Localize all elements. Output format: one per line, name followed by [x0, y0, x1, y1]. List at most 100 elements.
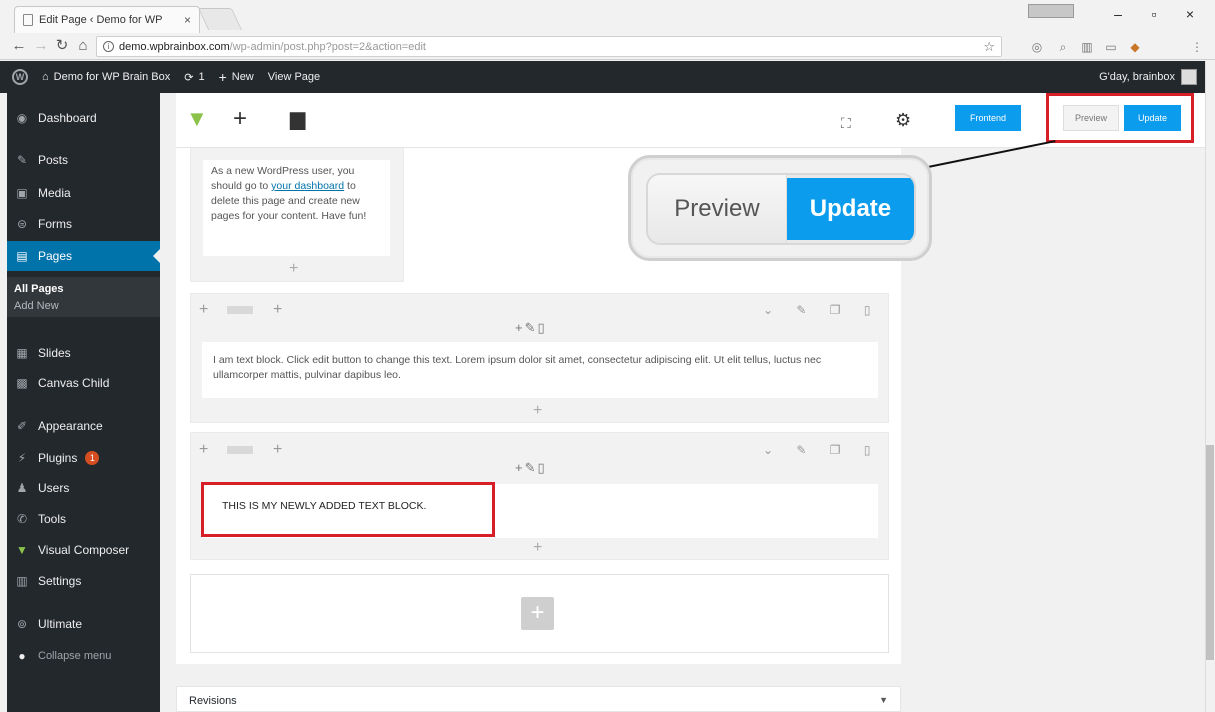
row-add-column-icon[interactable]: + — [273, 302, 282, 318]
forward-icon[interactable]: → — [32, 37, 50, 55]
submenu-add-new[interactable]: Add New — [14, 300, 59, 312]
forms-icon: ⊜ — [16, 217, 28, 231]
fullscreen-icon[interactable]: ⛶ — [841, 113, 851, 133]
refresh-icon: ⟳ — [184, 71, 194, 84]
brush-icon: ✐ — [16, 419, 28, 433]
sidebar-item-visual-composer[interactable]: ▼ Visual Composer — [7, 535, 160, 565]
add-element-plus-icon[interactable]: + — [289, 261, 298, 277]
sidebar-item-tools[interactable]: ✆ Tools — [7, 504, 160, 534]
sidebar-item-label: Ultimate — [38, 617, 83, 631]
pages-icon: ▤ — [16, 249, 28, 263]
sidebar-item-label: Slides — [38, 346, 71, 360]
sidebar-item-forms[interactable]: ⊜ Forms — [7, 209, 160, 239]
tab-close-icon[interactable]: × — [184, 13, 191, 27]
templates-icon[interactable]: ▆ — [290, 109, 305, 129]
sidebar-item-pages[interactable]: ▤ Pages — [7, 241, 160, 271]
sidebar-item-appearance[interactable]: ✐ Appearance — [7, 411, 160, 441]
column-controls[interactable]: +✎▯ — [515, 460, 547, 476]
sidebar-item-plugins[interactable]: ⚡ Plugins 1 — [7, 443, 160, 473]
new-content-link[interactable]: + New — [212, 61, 261, 93]
zoom-callout: Preview Update — [628, 155, 932, 261]
collapse-icon: ● — [18, 649, 26, 663]
pin-icon: ✎ — [16, 153, 28, 167]
admin-sidebar: ◉ Dashboard ✎ Posts ▣ Media ⊜ Forms ▤ Pages A… — [7, 93, 160, 712]
sidebar-item-media[interactable]: ▣ Media — [7, 178, 160, 208]
info-icon[interactable]: i — [103, 41, 114, 52]
row-add-icon[interactable]: + — [199, 302, 208, 318]
caret-down-icon[interactable]: ▼ — [879, 695, 888, 705]
home-icon[interactable]: ⌂ — [74, 37, 92, 55]
gear-icon[interactable]: ⚙ — [895, 110, 911, 130]
revisions-label: Revisions — [189, 695, 237, 707]
dashboard-link[interactable]: your dashboard — [271, 180, 344, 192]
second-text-block[interactable]: I am text block. Click edit button to ch… — [202, 342, 878, 398]
window-maximize-button[interactable]: ▫ — [1142, 6, 1166, 22]
updates-count: 1 — [198, 71, 205, 83]
scrollbar-thumb[interactable] — [1206, 445, 1214, 660]
sidebar-item-dashboard[interactable]: ◉ Dashboard — [7, 103, 160, 133]
ultimate-icon: ⊚ — [16, 617, 28, 631]
sidebar-item-label: Tools — [38, 512, 67, 526]
wordpress-logo-icon: W — [12, 69, 28, 85]
new-text-highlight-box — [201, 482, 495, 537]
extension-icon[interactable]: ▥ — [1080, 40, 1094, 54]
row-drag-handle[interactable] — [227, 306, 253, 314]
row-add-column-icon[interactable]: + — [273, 442, 282, 458]
home-icon: ⌂ — [42, 71, 49, 83]
camera-extension-icon[interactable]: ◎ — [1030, 40, 1044, 54]
account-menu[interactable]: G'day, brainbox — [1099, 69, 1205, 85]
canvas-icon: ▩ — [16, 376, 28, 390]
profile-extension-icon[interactable]: ◆ — [1128, 40, 1142, 54]
page-icon — [23, 14, 33, 26]
back-icon[interactable]: ← — [10, 37, 28, 55]
updates-link[interactable]: ⟳ 1 — [177, 61, 211, 93]
row-add-icon[interactable]: + — [199, 442, 208, 458]
add-element-plus-icon[interactable]: + — [533, 403, 542, 419]
browser-menu-icon[interactable]: ⋮ — [1190, 40, 1204, 54]
submenu-all-pages[interactable]: All Pages — [14, 283, 64, 295]
sidebar-item-label: Appearance — [38, 419, 103, 433]
url-host: demo.wpbrainbox.com — [119, 40, 230, 53]
search-extension-icon[interactable]: ⌕ — [1056, 40, 1070, 54]
wp-logo-menu[interactable]: W — [0, 61, 35, 93]
sidebar-item-users[interactable]: ♟ Users — [7, 473, 160, 503]
plugins-update-badge: 1 — [85, 451, 100, 465]
column-controls[interactable]: +✎▯ — [515, 320, 547, 336]
row-controls[interactable]: ⌄ ✎ ❐ ▯ — [763, 443, 880, 457]
sidebar-item-label: Plugins — [38, 451, 78, 465]
sidebar-item-label: Posts — [38, 153, 69, 167]
revisions-panel[interactable]: Revisions ▼ — [176, 686, 901, 712]
sidebar-item-ultimate[interactable]: ⊚ Ultimate — [7, 609, 160, 639]
add-element-icon[interactable]: + — [233, 107, 247, 131]
url-input[interactable]: i demo.wpbrainbox.com/wp-admin/post.php?… — [96, 36, 1002, 57]
sidebar-item-settings[interactable]: ▥ Settings — [7, 566, 160, 596]
avatar — [1181, 69, 1197, 85]
new-tab-button[interactable] — [197, 8, 243, 30]
sidebar-item-posts[interactable]: ✎ Posts — [7, 145, 160, 175]
site-name-link[interactable]: ⌂ Demo for WP Brain Box — [35, 61, 177, 93]
window-close-button[interactable]: × — [1178, 6, 1202, 22]
row-controls[interactable]: ⌄ ✎ ❐ ▯ — [763, 303, 880, 317]
add-new-row-button[interactable]: + — [521, 597, 554, 630]
dashboard-icon: ◉ — [16, 111, 28, 125]
sidebar-item-label: Dashboard — [38, 111, 97, 125]
first-text-block[interactable]: As a new WordPress user, you should go t… — [203, 160, 390, 256]
sidebar-collapse-menu[interactable]: ● Collapse menu — [7, 641, 160, 671]
window-minimize-button[interactable]: – — [1106, 6, 1130, 22]
plus-icon: + — [218, 69, 227, 85]
add-element-plus-icon[interactable]: + — [533, 540, 542, 556]
frontend-button[interactable]: Frontend — [955, 105, 1021, 131]
zoomed-preview-button: Preview — [648, 175, 787, 243]
vc-logo-icon[interactable]: ▼ — [186, 108, 208, 130]
sidebar-item-slides[interactable]: ▦ Slides — [7, 338, 160, 368]
view-page-label: View Page — [267, 71, 321, 83]
row-drag-handle[interactable] — [227, 446, 253, 454]
view-page-link[interactable]: View Page — [261, 61, 327, 93]
bookmark-star-icon[interactable]: ☆ — [983, 39, 995, 55]
browser-user-badge[interactable] — [1028, 4, 1074, 18]
reload-icon[interactable]: ↻ — [53, 37, 71, 55]
sidebar-item-canvas-child[interactable]: ▩ Canvas Child — [7, 368, 160, 398]
cast-extension-icon[interactable]: ▭ — [1104, 40, 1118, 54]
tab-title: Edit Page ‹ Demo for WP — [39, 14, 163, 26]
browser-tab[interactable]: Edit Page ‹ Demo for WP × — [14, 6, 200, 33]
